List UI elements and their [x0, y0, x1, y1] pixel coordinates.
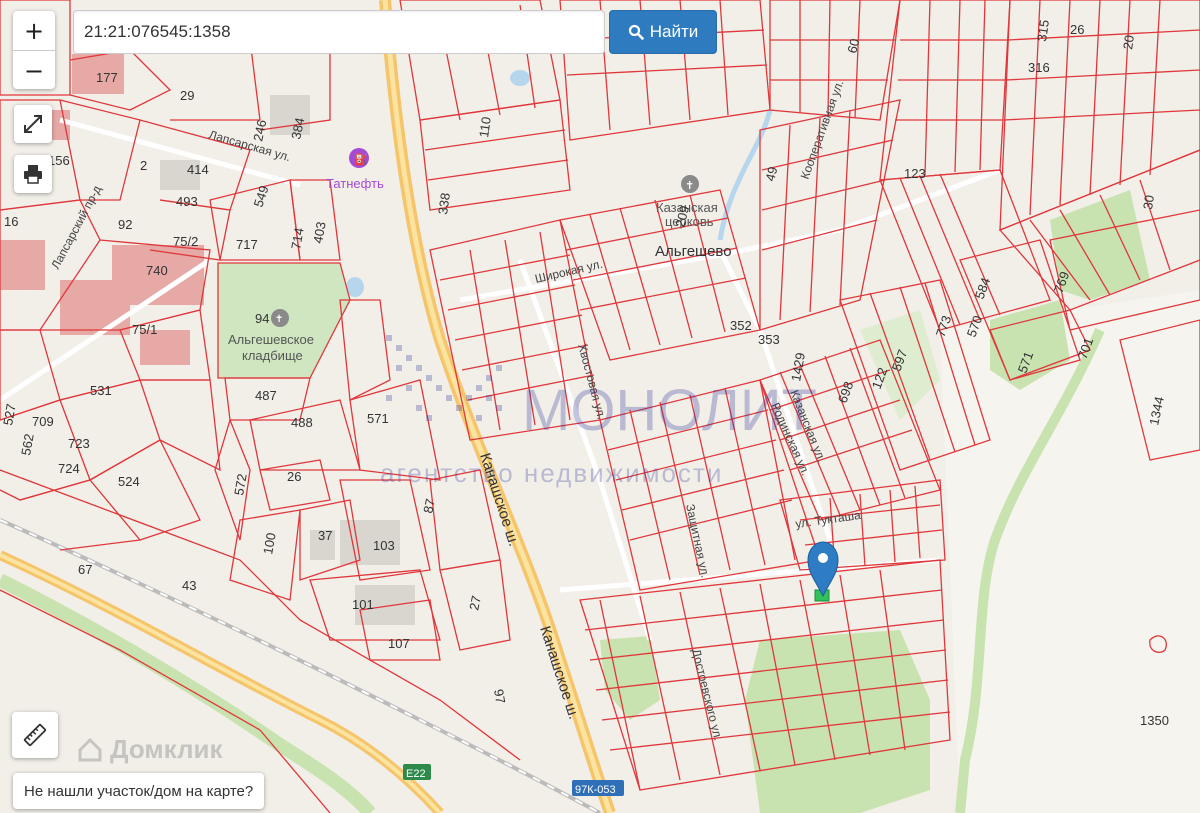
print-button[interactable]	[14, 155, 52, 193]
cemetery-label-1: Альгешевское	[228, 332, 314, 347]
search-button[interactable]: Найти	[609, 10, 717, 54]
parcel-number: 2	[140, 158, 147, 173]
search-icon	[628, 24, 644, 40]
svg-text:✝: ✝	[685, 179, 694, 192]
parcel-number: 67	[78, 562, 92, 577]
parcel-number: 571	[367, 411, 389, 426]
parcel-number: 16	[4, 214, 18, 229]
search-button-label: Найти	[649, 22, 699, 41]
zoom-out-button[interactable]: −	[13, 50, 55, 90]
svg-text:МОНОЛИТ: МОНОЛИТ	[522, 378, 817, 443]
printer-icon	[24, 165, 42, 184]
parcel-number: 724	[58, 461, 80, 476]
svg-text:⛽: ⛽	[354, 153, 368, 166]
parcel-number: 487	[255, 388, 277, 403]
parcel-number: 315	[1034, 19, 1052, 43]
parcel-number: 43	[182, 578, 196, 593]
parcel-number: 75/2	[173, 234, 198, 249]
parcel-number: 27	[466, 594, 484, 611]
parcel-number: 110	[476, 116, 494, 139]
svg-text:E22: E22	[406, 768, 426, 780]
parcel-number: 353	[758, 332, 780, 347]
parcel-number: 352	[730, 318, 752, 333]
svg-text:✝: ✝	[275, 314, 283, 325]
ruler-button[interactable]	[12, 712, 58, 758]
parcel-number: 316	[1028, 60, 1050, 75]
parcel-number: 717	[236, 237, 258, 252]
zoom-control: + −	[13, 11, 55, 89]
parcel-number: 29	[180, 88, 194, 103]
cadastral-search-input[interactable]	[73, 10, 605, 54]
parcel-number: 524	[118, 474, 140, 489]
gas-station-label: Татнефть	[326, 176, 384, 191]
parcel-number: 488	[291, 415, 313, 430]
svg-text:агентство недвижимости: агентство недвижимости	[380, 458, 723, 488]
ruler-icon	[23, 723, 47, 747]
map-canvas[interactable]: Альгешево Альгешевское кладбище ✝ ⛽ Татн…	[0, 0, 1200, 813]
parcel-number: 30	[1140, 194, 1157, 210]
domclick-logo-icon	[78, 737, 102, 761]
expand-icon	[24, 115, 42, 133]
domclick-watermark: Домклик	[76, 734, 222, 765]
parcel-number: 709	[32, 414, 54, 429]
parcel-number: 37	[318, 528, 332, 543]
parcel-number: 26	[287, 469, 301, 484]
zoom-in-button[interactable]: +	[13, 11, 55, 50]
parcel-number: 123	[904, 166, 926, 181]
parcel-number: 414	[187, 162, 209, 177]
svg-text:97К-053: 97К-053	[575, 784, 616, 796]
parcel-number: 177	[96, 70, 118, 85]
parcel-number: 103	[373, 538, 395, 553]
parcel-number: 493	[176, 194, 198, 209]
parcel-number: 26	[1070, 22, 1084, 37]
parcel-number: 75/1	[132, 322, 157, 337]
parcel-number: 87	[420, 497, 438, 514]
parcel-number: 20	[1120, 34, 1137, 50]
parcel-number: 1350	[1140, 713, 1169, 728]
parcel-number: 101	[352, 597, 374, 612]
not-found-button[interactable]: Не нашли участок/дом на карте?	[13, 773, 265, 809]
parcel-number: 92	[118, 217, 132, 232]
parcel-number: 740	[146, 263, 168, 278]
fullscreen-button[interactable]	[14, 105, 52, 143]
village-label: Альгешево	[655, 243, 732, 260]
parcel-number: 531	[90, 383, 112, 398]
parcel-number: 97	[491, 688, 508, 705]
cemetery-label-2: кладбище	[242, 348, 303, 363]
parcel-number: 723	[68, 436, 90, 451]
parcel-number: 338	[435, 192, 453, 216]
parcel-number: 94	[255, 311, 269, 326]
parcel-number: 107	[388, 636, 410, 651]
